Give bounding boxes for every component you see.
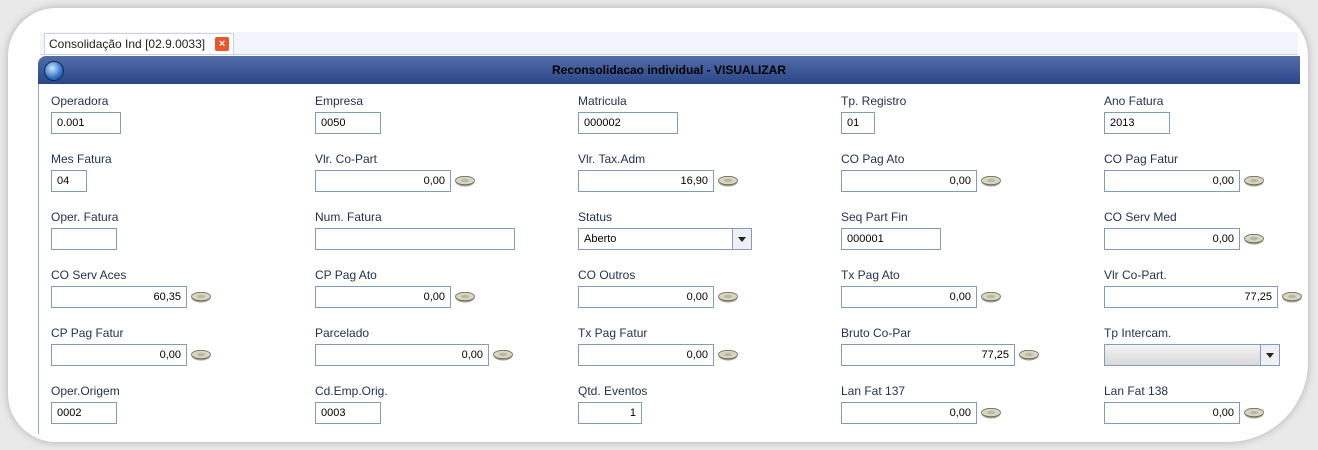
status-select[interactable]: Aberto: [578, 228, 752, 250]
chevron-down-icon[interactable]: [732, 229, 751, 249]
tab-bar: Consolidação Ind [02.9.0033] ×: [40, 32, 1298, 55]
label-matricula: Matricula: [578, 94, 627, 108]
label-cp-pag-ato: CP Pag Ato: [315, 268, 377, 282]
label-bruto-co-par: Bruto Co-Par: [841, 326, 912, 340]
label-cd-emp-orig: Cd.Emp.Orig.: [315, 384, 388, 398]
ano-fatura-input[interactable]: 2013: [1104, 112, 1170, 134]
money-icon[interactable]: [718, 176, 738, 187]
money-icon[interactable]: [1244, 176, 1264, 187]
money-icon[interactable]: [191, 350, 211, 361]
tab-consolidacao[interactable]: Consolidação Ind [02.9.0033] ×: [44, 33, 235, 54]
oper-origem-input[interactable]: 0002: [51, 402, 117, 424]
lan-fat-137-input[interactable]: 0,00: [841, 402, 977, 424]
label-co-pag-ato: CO Pag Ato: [841, 152, 905, 166]
label-seq-part-fin: Seq Part Fin: [841, 210, 908, 224]
money-icon[interactable]: [1282, 292, 1302, 303]
money-icon[interactable]: [718, 350, 738, 361]
co-pag-ato-input[interactable]: 0,00: [841, 170, 977, 192]
oper-fatura-input[interactable]: [51, 228, 117, 250]
money-icon[interactable]: [455, 292, 475, 303]
label-tp-registro: Tp. Registro: [841, 94, 907, 108]
label-tx-pag-ato: Tx Pag Ato: [841, 268, 900, 282]
num-fatura-input[interactable]: [315, 228, 515, 250]
close-icon[interactable]: ×: [215, 37, 230, 51]
label-parcelado: Parcelado: [315, 326, 370, 340]
window-title: Reconsolidacao individual - VISUALIZAR: [551, 63, 787, 77]
label-vlr-co-part-2: Vlr Co-Part.: [1104, 268, 1167, 282]
tx-pag-ato-input[interactable]: 0,00: [841, 286, 977, 308]
money-icon[interactable]: [493, 350, 513, 361]
money-icon[interactable]: [981, 292, 1001, 303]
chevron-down-icon[interactable]: [1260, 345, 1279, 365]
co-pag-fatur-input[interactable]: 0,00: [1104, 170, 1240, 192]
label-vlr-co-part: Vlr. Co-Part: [315, 152, 378, 166]
co-serv-med-input[interactable]: 0,00: [1104, 228, 1240, 250]
label-lan-fat-137: Lan Fat 137: [841, 384, 906, 398]
label-tp-intercam: Tp Intercam.: [1104, 326, 1172, 340]
money-icon[interactable]: [455, 176, 475, 187]
money-icon[interactable]: [718, 292, 738, 303]
label-empresa: Empresa: [315, 94, 364, 108]
status-value: Aberto: [584, 233, 617, 245]
label-ano-fatura: Ano Fatura: [1104, 94, 1164, 108]
label-co-serv-med: CO Serv Med: [1104, 210, 1177, 224]
bruto-co-par-input[interactable]: 77,25: [841, 344, 1015, 366]
tab-label: Consolidação Ind [02.9.0033]: [49, 37, 206, 51]
parcelado-input[interactable]: 0,00: [315, 344, 489, 366]
matricula-input[interactable]: 000002: [578, 112, 678, 134]
money-icon[interactable]: [1244, 234, 1264, 245]
vlr-co-part-2-input[interactable]: 77,25: [1104, 286, 1278, 308]
label-co-serv-aces: CO Serv Aces: [51, 268, 127, 282]
seq-part-fin-input[interactable]: 000001: [841, 228, 941, 250]
window-title-bar: Reconsolidacao individual - VISUALIZAR: [38, 56, 1300, 84]
money-icon[interactable]: [1019, 350, 1039, 361]
label-oper-origem: Oper.Origem: [51, 384, 120, 398]
money-icon[interactable]: [981, 408, 1001, 419]
form-panel: Operadora 0.001 Empresa 0050 Matricula 0…: [38, 84, 1301, 434]
label-operadora: Operadora: [51, 94, 109, 108]
mes-fatura-input[interactable]: 04: [51, 170, 87, 192]
money-icon[interactable]: [191, 292, 211, 303]
qtd-eventos-input[interactable]: 1: [578, 402, 642, 424]
label-co-pag-fatur: CO Pag Fatur: [1104, 152, 1179, 166]
label-lan-fat-138: Lan Fat 138: [1104, 384, 1169, 398]
label-status: Status: [578, 210, 613, 224]
label-num-fatura: Num. Fatura: [315, 210, 382, 224]
label-co-outros: CO Outros: [578, 268, 636, 282]
co-outros-input[interactable]: 0,00: [578, 286, 714, 308]
label-mes-fatura: Mes Fatura: [51, 152, 112, 166]
tx-pag-fatur-input[interactable]: 0,00: [578, 344, 714, 366]
empresa-input[interactable]: 0050: [315, 112, 381, 134]
tp-registro-input[interactable]: 01: [841, 112, 875, 134]
label-cp-pag-fatur: CP Pag Fatur: [51, 326, 124, 340]
lan-fat-138-input[interactable]: 0,00: [1104, 402, 1240, 424]
label-tx-pag-fatur: Tx Pag Fatur: [578, 326, 648, 340]
label-qtd-eventos: Qtd. Eventos: [578, 384, 648, 398]
cp-pag-ato-input[interactable]: 0,00: [315, 286, 451, 308]
vlr-tax-adm-input[interactable]: 16,90: [578, 170, 714, 192]
cd-emp-orig-input[interactable]: 0003: [315, 402, 381, 424]
co-serv-aces-input[interactable]: 60,35: [51, 286, 187, 308]
operadora-input[interactable]: 0.001: [51, 112, 121, 134]
label-oper-fatura: Oper. Fatura: [51, 210, 119, 224]
tp-intercam-select[interactable]: [1104, 344, 1280, 366]
money-icon[interactable]: [981, 176, 1001, 187]
cp-pag-fatur-input[interactable]: 0,00: [51, 344, 187, 366]
vlr-co-part-input[interactable]: 0,00: [315, 170, 451, 192]
label-vlr-tax-adm: Vlr. Tax.Adm: [578, 152, 646, 166]
money-icon[interactable]: [1244, 408, 1264, 419]
